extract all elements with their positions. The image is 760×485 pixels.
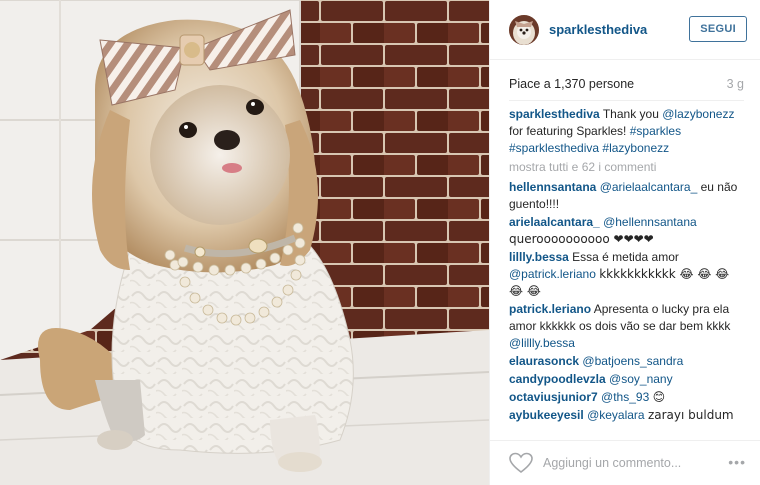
- comment-username[interactable]: arielaalcantara_: [509, 215, 600, 229]
- caption: sparklesthediva Thank you @lazybonezz fo…: [509, 106, 746, 157]
- comment-mention[interactable]: @hellennsantana: [603, 215, 697, 229]
- likes-row: Piace a 1,370 persone 3 g: [509, 74, 744, 94]
- add-comment-bar: •••: [490, 440, 760, 485]
- comment-item: arielaalcantara_ @hellennsantana querooo…: [509, 214, 746, 248]
- comment-username[interactable]: hellennsantana: [509, 180, 596, 194]
- post-header: sparklesthediva SEGUI: [490, 0, 760, 60]
- avatar[interactable]: [509, 14, 539, 45]
- comment-text: Thank you: [602, 107, 659, 121]
- comment-item: elaurasonck @batjoens_sandra: [509, 353, 746, 370]
- comment-text: 😊: [652, 390, 666, 404]
- comment-item: patrick.leriano Apresenta o lucky pra el…: [509, 301, 746, 352]
- comment-item: octaviusjunior7 @ths_93 😊: [509, 389, 746, 406]
- comment-mention[interactable]: @lazybonezz: [662, 107, 734, 121]
- comment-username[interactable]: elaurasonck: [509, 354, 579, 368]
- comment-text: Essa é metida amor: [572, 250, 679, 264]
- post-time[interactable]: 3 g: [727, 77, 744, 91]
- comment-item: lillly.bessa Essa é metida amor @patrick…: [509, 249, 746, 300]
- divider: [509, 100, 744, 101]
- post-photo[interactable]: [0, 0, 489, 485]
- comment-mention[interactable]: @arielaalcantara_: [600, 180, 698, 194]
- hashtag[interactable]: #lazybonezz: [602, 141, 669, 155]
- comment-username[interactable]: candypoodlevzla: [509, 372, 606, 386]
- comment-username[interactable]: sparklesthediva: [509, 107, 600, 121]
- comment-item: candypoodlevzla @soy_nany: [509, 371, 746, 388]
- comment-username[interactable]: aybukeeyesil: [509, 408, 584, 422]
- comment-mention[interactable]: @ths_93: [601, 390, 649, 404]
- comment-text: queroooooooooo ❤❤❤❤: [509, 232, 654, 246]
- view-all-comments-link[interactable]: mostra tutti e 62 i commenti: [509, 159, 746, 176]
- comment-username[interactable]: octaviusjunior7: [509, 390, 598, 404]
- comment-mention[interactable]: @keyalara: [587, 408, 645, 422]
- comment-item: aybukeeyesil @keyalara zarayı buldum ✋ ✋…: [509, 407, 746, 424]
- comment-username[interactable]: lillly.bessa: [509, 250, 569, 264]
- hashtag[interactable]: #sparklesthediva: [509, 141, 599, 155]
- comment-mention[interactable]: @patrick.leriano: [509, 267, 596, 281]
- follow-button[interactable]: SEGUI: [689, 16, 747, 42]
- comment-mention[interactable]: @lillly.bessa: [509, 336, 575, 350]
- comment-text: for featuring Sparkles!: [509, 124, 627, 138]
- shih-tzu-photo: [0, 0, 489, 485]
- comments-list[interactable]: sparklesthediva Thank you @lazybonezz fo…: [509, 106, 746, 424]
- post-side-panel: sparklesthediva SEGUI Piace a 1,370 pers…: [489, 0, 760, 485]
- heart-outline-icon[interactable]: [509, 452, 533, 474]
- more-options-icon[interactable]: •••: [728, 455, 746, 469]
- add-comment-input[interactable]: [543, 456, 723, 470]
- profile-photo-icon: [509, 14, 539, 45]
- comment-item: hellennsantana @arielaalcantara_ eu não …: [509, 179, 746, 213]
- comment-username[interactable]: patrick.leriano: [509, 302, 591, 316]
- likes-count[interactable]: Piace a 1,370 persone: [509, 77, 634, 91]
- comment-mention[interactable]: @batjoens_sandra: [582, 354, 683, 368]
- comment-mention[interactable]: @soy_nany: [609, 372, 673, 386]
- post-username[interactable]: sparklesthediva: [549, 22, 647, 37]
- hashtag[interactable]: #sparkles: [630, 124, 681, 138]
